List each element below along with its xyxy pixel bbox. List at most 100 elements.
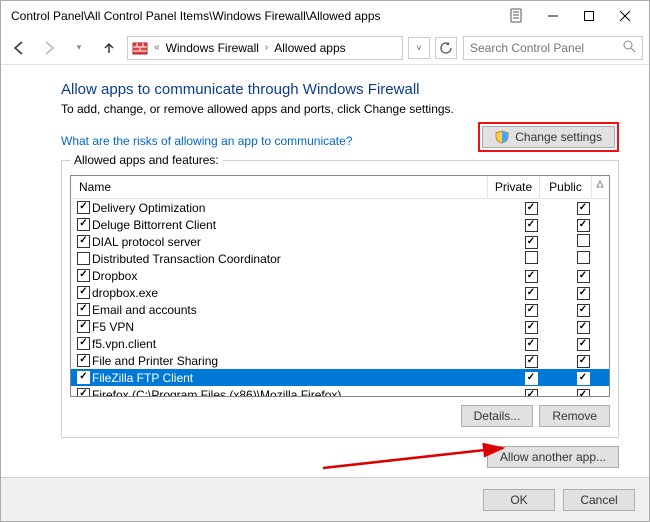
checkbox[interactable] bbox=[577, 234, 590, 247]
checkbox[interactable] bbox=[525, 321, 538, 334]
arrow-annotation-icon bbox=[321, 442, 511, 472]
groupbox-label: Allowed apps and features: bbox=[70, 153, 223, 167]
chevron-right-icon: › bbox=[265, 42, 268, 53]
table-row[interactable]: File and Printer Sharing bbox=[71, 352, 609, 369]
scroll-header-gap bbox=[592, 176, 609, 198]
content-area: Allow apps to communicate through Window… bbox=[1, 65, 649, 477]
checkbox[interactable] bbox=[577, 270, 590, 283]
close-button[interactable] bbox=[607, 2, 643, 30]
checkbox[interactable] bbox=[525, 202, 538, 215]
checkbox[interactable] bbox=[77, 354, 90, 367]
cancel-button[interactable]: Cancel bbox=[563, 489, 635, 511]
checkbox[interactable] bbox=[77, 201, 90, 214]
table-row[interactable]: dropbox.exe bbox=[71, 284, 609, 301]
remove-button[interactable]: Remove bbox=[539, 405, 610, 427]
checkbox[interactable] bbox=[77, 320, 90, 333]
maximize-button[interactable] bbox=[571, 2, 607, 30]
checkbox[interactable] bbox=[577, 338, 590, 351]
table-row[interactable]: FileZilla FTP Client bbox=[71, 369, 609, 386]
page-title: Allow apps to communicate through Window… bbox=[61, 81, 619, 98]
checkbox[interactable] bbox=[77, 388, 90, 396]
app-name-label: DIAL protocol server bbox=[92, 235, 201, 249]
dialog-footer: OK Cancel bbox=[1, 477, 649, 521]
checkbox[interactable] bbox=[577, 219, 590, 232]
app-name-label: File and Printer Sharing bbox=[92, 354, 218, 368]
table-row[interactable]: Email and accounts bbox=[71, 301, 609, 318]
table-row[interactable]: Deluge Bittorrent Client bbox=[71, 216, 609, 233]
checkbox[interactable] bbox=[77, 337, 90, 350]
breadcrumb-part-allowed[interactable]: Allowed apps bbox=[274, 41, 345, 55]
search-placeholder: Search Control Panel bbox=[470, 41, 584, 55]
checkbox[interactable] bbox=[577, 389, 590, 396]
checkbox[interactable] bbox=[525, 236, 538, 249]
app-name-label: Distributed Transaction Coordinator bbox=[92, 252, 281, 266]
checkbox[interactable] bbox=[577, 355, 590, 368]
checkbox[interactable] bbox=[525, 251, 538, 264]
change-settings-button[interactable]: Change settings bbox=[482, 126, 615, 148]
change-settings-label: Change settings bbox=[515, 130, 602, 144]
table-row[interactable]: Dropbox bbox=[71, 267, 609, 284]
breadcrumb-part-firewall[interactable]: Windows Firewall bbox=[166, 41, 259, 55]
checkbox[interactable] bbox=[577, 202, 590, 215]
address-breadcrumb[interactable]: « Windows Firewall › Allowed apps bbox=[127, 36, 403, 60]
details-button[interactable]: Details... bbox=[461, 405, 534, 427]
allowed-apps-groupbox: Allowed apps and features: Name Private … bbox=[61, 160, 619, 438]
ok-button[interactable]: OK bbox=[483, 489, 555, 511]
list-body[interactable]: Delivery Optimization Deluge Bittorrent C… bbox=[71, 199, 609, 396]
checkbox[interactable] bbox=[577, 287, 590, 300]
table-row[interactable]: F5 VPN bbox=[71, 318, 609, 335]
app-name-label: f5.vpn.client bbox=[92, 337, 156, 351]
apps-list: Name Private Public Delivery Optimizatio… bbox=[70, 175, 610, 397]
checkbox[interactable] bbox=[77, 235, 90, 248]
checkbox[interactable] bbox=[525, 304, 538, 317]
change-settings-highlight: Change settings bbox=[478, 122, 619, 152]
checkbox[interactable] bbox=[77, 252, 90, 265]
firewall-icon bbox=[132, 40, 148, 56]
app-name-label: dropbox.exe bbox=[92, 286, 158, 300]
table-row[interactable]: DIAL protocol server bbox=[71, 233, 609, 250]
up-button[interactable] bbox=[97, 36, 121, 60]
notebook-icon bbox=[509, 8, 525, 24]
column-name[interactable]: Name bbox=[71, 176, 488, 198]
table-row[interactable]: Distributed Transaction Coordinator bbox=[71, 250, 609, 267]
window-title: Control Panel\All Control Panel Items\Wi… bbox=[7, 9, 503, 23]
minimize-button[interactable] bbox=[535, 2, 571, 30]
search-input[interactable]: Search Control Panel bbox=[463, 36, 643, 60]
checkbox[interactable] bbox=[577, 304, 590, 317]
allow-another-app-button[interactable]: Allow another app... bbox=[487, 446, 619, 468]
checkbox[interactable] bbox=[525, 338, 538, 351]
page-subtitle: To add, change, or remove allowed apps a… bbox=[61, 102, 619, 116]
risks-link[interactable]: What are the risks of allowing an app to… bbox=[61, 134, 352, 148]
checkbox[interactable] bbox=[77, 303, 90, 316]
checkbox[interactable] bbox=[525, 372, 538, 385]
refresh-button[interactable] bbox=[435, 37, 457, 59]
checkbox[interactable] bbox=[577, 372, 590, 385]
checkbox[interactable] bbox=[525, 287, 538, 300]
checkbox[interactable] bbox=[525, 355, 538, 368]
checkbox[interactable] bbox=[525, 219, 538, 232]
checkbox[interactable] bbox=[77, 371, 90, 384]
app-name-label: Dropbox bbox=[92, 269, 137, 283]
forward-button[interactable] bbox=[37, 36, 61, 60]
list-header: Name Private Public bbox=[71, 176, 609, 199]
nav-bar: ▾ « Windows Firewall › Allowed apps ˅ Se… bbox=[1, 31, 649, 65]
checkbox[interactable] bbox=[577, 321, 590, 334]
checkbox[interactable] bbox=[525, 270, 538, 283]
checkbox[interactable] bbox=[525, 389, 538, 396]
app-name-label: Deluge Bittorrent Client bbox=[92, 218, 216, 232]
column-public[interactable]: Public bbox=[540, 176, 592, 198]
address-history-button[interactable]: ˅ bbox=[408, 37, 430, 59]
table-row[interactable]: Firefox (C:\Program Files (x86)\Mozilla … bbox=[71, 386, 609, 396]
app-name-label: Firefox (C:\Program Files (x86)\Mozilla … bbox=[92, 388, 341, 397]
checkbox[interactable] bbox=[77, 269, 90, 282]
checkbox[interactable] bbox=[77, 218, 90, 231]
back-button[interactable] bbox=[7, 36, 31, 60]
table-row[interactable]: Delivery Optimization bbox=[71, 199, 609, 216]
recent-locations-button[interactable]: ▾ bbox=[67, 36, 91, 60]
checkbox[interactable] bbox=[577, 251, 590, 264]
checkbox[interactable] bbox=[77, 286, 90, 299]
column-private[interactable]: Private bbox=[488, 176, 540, 198]
app-name-label: FileZilla FTP Client bbox=[92, 371, 193, 385]
table-row[interactable]: f5.vpn.client bbox=[71, 335, 609, 352]
shield-icon bbox=[495, 130, 509, 144]
